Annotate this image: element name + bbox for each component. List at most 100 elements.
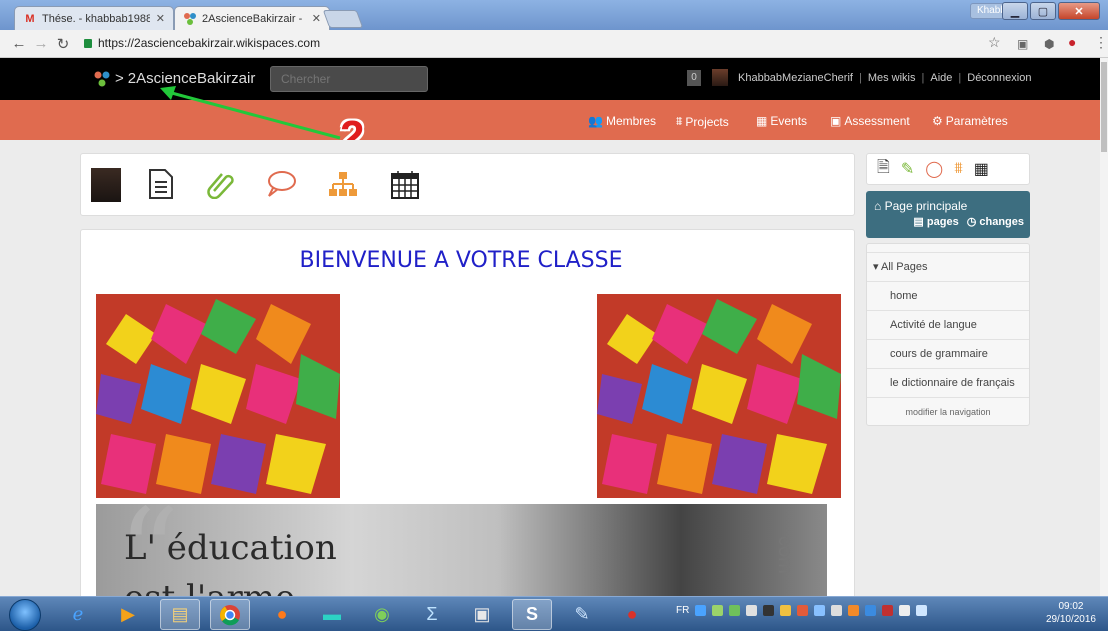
pinterest-icon[interactable]: ● — [1068, 34, 1076, 50]
taskbar-clock[interactable]: 09:02 29/10/2016 — [1046, 600, 1096, 626]
network-icon[interactable] — [916, 605, 928, 616]
separator: | — [858, 72, 862, 84]
tray-icon[interactable] — [712, 605, 724, 616]
tab-gmail[interactable]: M Thése. - khabbab1988@ ✕ — [14, 6, 174, 30]
app-icon[interactable]: ▬ — [312, 599, 352, 630]
my-wikis-link[interactable]: Mes wikis — [868, 72, 916, 84]
calendar-icon[interactable]: ▦ — [974, 159, 989, 179]
url-field[interactable]: https://2asciencebakirzair.wikispaces.co… — [84, 36, 320, 50]
new-tab-button[interactable] — [322, 10, 364, 28]
tray-icon[interactable] — [814, 605, 826, 616]
calendar-icon[interactable] — [387, 166, 423, 202]
tab-wikispaces[interactable]: 2AscienceBakirzair - Pag ✕ — [174, 6, 330, 30]
menu-icon[interactable]: ⋮ — [1094, 34, 1108, 51]
nav-projects[interactable]: ⩩ Projects — [676, 114, 729, 129]
tray-icon[interactable] — [729, 605, 741, 616]
caret-down-icon: ▾ — [873, 261, 879, 273]
projects-icon: ⩩ — [676, 114, 683, 128]
skype-icon[interactable]: S — [512, 599, 552, 630]
app-2016-icon[interactable]: ● — [612, 599, 652, 630]
all-pages-label: All Pages — [880, 261, 928, 273]
logout-link[interactable]: Déconnexion — [967, 72, 1031, 84]
lock-icon — [84, 38, 92, 48]
user-avatar[interactable] — [712, 69, 728, 86]
minimize-button[interactable]: ▁ — [1002, 2, 1028, 20]
media-player-icon[interactable]: ▶ — [108, 599, 148, 630]
search-input[interactable] — [270, 66, 428, 92]
tray-icon[interactable] — [746, 605, 758, 616]
attachment-icon[interactable]: ✎ — [901, 159, 914, 179]
flowers-image-left — [96, 294, 340, 498]
document-icon[interactable]: 🗎 — [877, 156, 890, 183]
hierarchy-icon[interactable]: ⩩ — [954, 160, 963, 178]
user-links: KhabbabMezianeCherif | Mes wikis | Aide … — [738, 72, 1031, 84]
reload-icon[interactable]: ↻ — [52, 35, 74, 53]
close-window-button[interactable]: ✕ — [1058, 2, 1100, 20]
close-tab-icon[interactable]: ✕ — [312, 12, 321, 25]
sidebar-navigation: ▾ All Pages home Activité de langue cour… — [866, 243, 1030, 426]
extension-icon[interactable]: ▣ — [1017, 37, 1028, 51]
edit-navigation-link[interactable]: modifier la navigation — [867, 397, 1029, 426]
comment-icon[interactable] — [263, 166, 299, 202]
explorer-icon[interactable]: ▤ — [160, 599, 200, 630]
pages-link[interactable]: ▤ pages — [913, 215, 958, 228]
hierarchy-icon[interactable] — [325, 166, 361, 202]
math-app-icon[interactable]: Σ — [412, 599, 452, 630]
page-links: ▤ pages ◷ changes — [913, 215, 1024, 228]
clock-icon: ◷ — [966, 216, 977, 228]
extension-shield-icon[interactable]: ⬢ — [1044, 37, 1054, 51]
clock-date: 29/10/2016 — [1045, 614, 1096, 625]
nav-parametres[interactable]: ⚙ Paramètres — [932, 114, 1008, 128]
wikispaces-logo-icon — [94, 71, 110, 86]
scrollbar-thumb[interactable] — [1101, 62, 1107, 152]
nav-membres[interactable]: 👥 Membres — [588, 114, 656, 128]
sidebar-item-home[interactable]: home — [867, 281, 1029, 310]
forward-icon[interactable]: → — [30, 35, 52, 52]
page-principale-box[interactable]: ⌂ Page principale ▤ pages ◷ changes — [866, 191, 1030, 238]
username-link[interactable]: KhabbabMezianeCherif — [738, 72, 853, 84]
notification-counter[interactable]: 0 — [687, 70, 701, 86]
page-owner-avatar[interactable] — [91, 168, 121, 202]
wiki-brand-link[interactable]: > 2AscienceBakirzair — [93, 70, 255, 87]
document-icon[interactable] — [143, 166, 179, 202]
nav-events[interactable]: ▦ Events — [756, 114, 807, 128]
all-pages-toggle[interactable]: ▾ All Pages — [867, 252, 1029, 281]
separator: | — [921, 72, 925, 84]
sidebar-item-dictionnaire[interactable]: le dictionnaire de français — [867, 368, 1029, 397]
chrome-icon[interactable] — [210, 599, 250, 630]
tools-icon[interactable]: ✎ — [562, 599, 602, 630]
firefox-icon[interactable]: ● — [262, 599, 302, 630]
help-tray-icon[interactable] — [695, 605, 707, 616]
changes-link[interactable]: ◷ changes — [967, 215, 1024, 228]
tray-icon[interactable] — [882, 605, 894, 616]
volume-icon[interactable] — [899, 605, 911, 616]
page-principale-title[interactable]: ⌂ Page principale — [874, 199, 967, 213]
brand-name: 2AscienceBakirzair — [127, 70, 256, 87]
nav-assessment[interactable]: ▣ Assessment — [830, 114, 910, 128]
back-icon[interactable]: ← — [8, 35, 30, 52]
address-bar: ← → ↻ https://2asciencebakirzair.wikispa… — [0, 30, 1108, 58]
ie-icon[interactable]: ℯ — [58, 599, 98, 630]
close-tab-icon[interactable]: ✕ — [156, 12, 165, 25]
page-scrollbar[interactable] — [1100, 58, 1108, 596]
attachment-icon[interactable] — [203, 166, 239, 202]
assessment-icon: ▣ — [830, 114, 842, 128]
sidebar-item-cours-de-grammaire[interactable]: cours de grammaire — [867, 339, 1029, 368]
tray-icon[interactable] — [865, 605, 877, 616]
sidebar-item-activite-de-langue[interactable]: Activité de langue — [867, 310, 1029, 339]
gear-icon: ⚙ — [932, 114, 943, 128]
help-link[interactable]: Aide — [930, 72, 952, 84]
comment-icon[interactable]: ◯ — [925, 159, 943, 179]
document-app-icon[interactable]: ▣ — [462, 599, 502, 630]
language-indicator[interactable]: FR — [676, 605, 689, 616]
tray-icon[interactable] — [797, 605, 809, 616]
star-icon[interactable]: ☆ — [988, 34, 1001, 51]
tray-icon[interactable] — [831, 605, 843, 616]
start-button[interactable] — [9, 599, 41, 631]
url-text: https://2asciencebakirzair.wikispaces.co… — [98, 36, 321, 50]
tray-icon[interactable] — [780, 605, 792, 616]
tray-icon[interactable] — [848, 605, 860, 616]
maximize-button[interactable]: ▢ — [1030, 2, 1056, 20]
tray-icon[interactable] — [763, 605, 775, 616]
globe-app-icon[interactable]: ◉ — [362, 599, 402, 630]
